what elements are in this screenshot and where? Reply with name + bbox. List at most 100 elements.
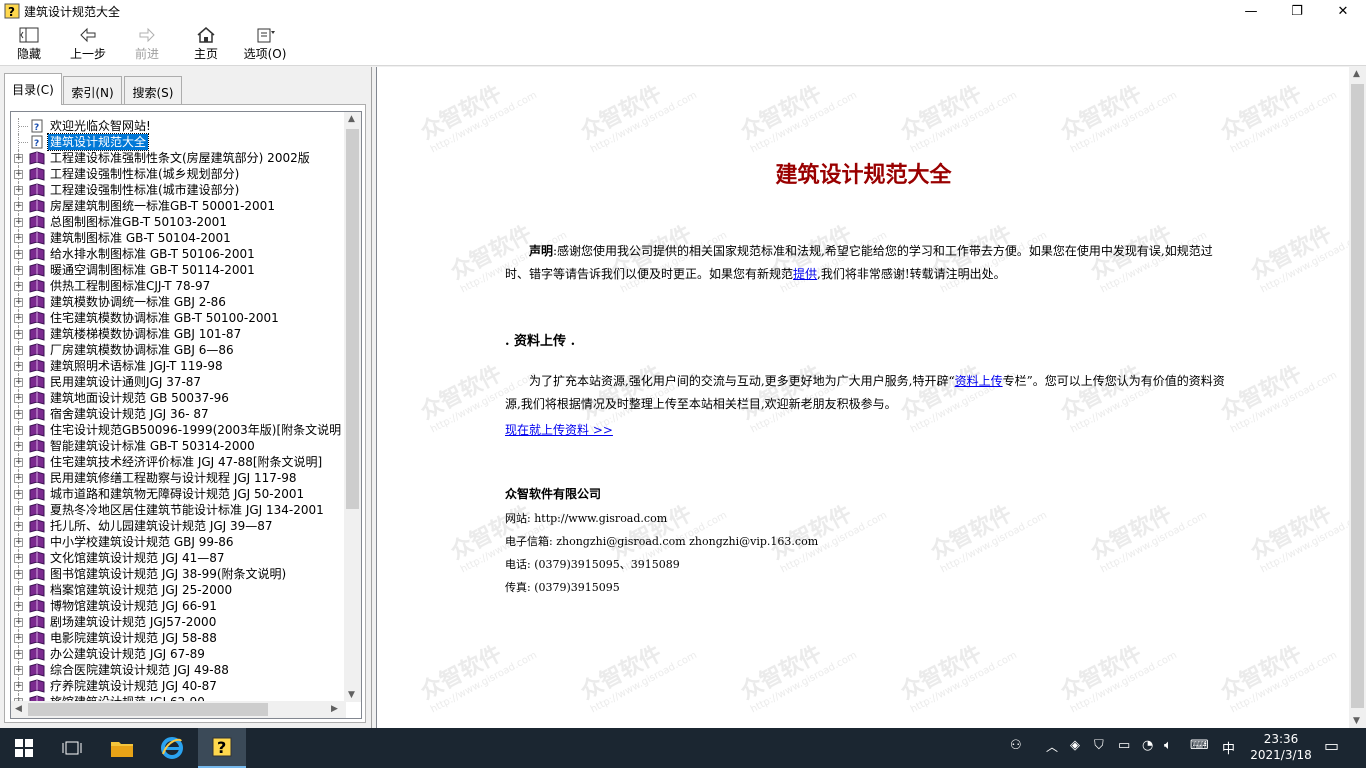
tree-node[interactable]: + 图书馆建筑设计规范 JGJ 38-99(附条文说明) (11, 566, 341, 582)
expand-toggle-icon[interactable]: + (14, 522, 23, 531)
upload-column-link[interactable]: 资料上传 (955, 374, 1003, 388)
tree-node[interactable]: + 中小学校建筑设计规范 GBJ 99-86 (11, 534, 341, 550)
expand-toggle-icon[interactable]: + (14, 634, 23, 643)
tree-vertical-scroll-thumb[interactable] (346, 129, 359, 509)
tree-node[interactable]: + 房屋建筑制图统一标准GB-T 50001-2001 (11, 198, 341, 214)
tree-node[interactable]: + 总图制图标准GB-T 50103-2001 (11, 214, 341, 230)
tree-node[interactable]: + 住宅设计规范GB50096-1999(2003年版)[附条文说明] (11, 422, 341, 438)
expand-toggle-icon[interactable]: + (14, 666, 23, 675)
scroll-up-arrow-icon[interactable]: ▲ (348, 114, 355, 124)
battery-icon[interactable]: ▭ (1118, 738, 1130, 753)
tree-node[interactable]: + 夏热冬冷地区居住建筑节能设计标准 JGJ 134-2001 (11, 502, 341, 518)
tree-node[interactable]: + 给水排水制图标准 GB-T 50106-2001 (11, 246, 341, 262)
expand-toggle-icon[interactable]: + (14, 282, 23, 291)
tree-node[interactable]: ? 建筑设计规范大全 (11, 133, 341, 151)
minimize-button[interactable]: — (1228, 0, 1274, 22)
forward-button[interactable]: 前进 (119, 24, 175, 64)
expand-toggle-icon[interactable]: + (14, 618, 23, 627)
hide-button[interactable]: 隐藏 (1, 24, 57, 64)
tree-node[interactable]: + 智能建筑设计标准 GB-T 50314-2000 (11, 438, 341, 454)
tree-node[interactable]: + 建筑照明术语标准 JGJ-T 119-98 (11, 358, 341, 374)
help-taskbar-button[interactable]: ? (198, 728, 246, 768)
scroll-left-arrow-icon[interactable]: ◀ (15, 704, 22, 714)
expand-toggle-icon[interactable]: + (14, 346, 23, 355)
ie-button[interactable] (148, 728, 196, 768)
tree-node[interactable]: + 民用建筑设计通则JGJ 37-87 (11, 374, 341, 390)
scroll-down-arrow-icon[interactable]: ▼ (348, 690, 355, 700)
tab-search[interactable]: 搜索(S) (124, 76, 182, 104)
tree-node[interactable]: + 宿舍建筑设计规范 JGJ 36- 87 (11, 406, 341, 422)
tree-node[interactable]: + 建筑制图标准 GB-T 50104-2001 (11, 230, 341, 246)
expand-toggle-icon[interactable]: + (14, 298, 23, 307)
tree-node[interactable]: + 疗养院建筑设计规范 JGJ 40-87 (11, 678, 341, 694)
expand-toggle-icon[interactable]: + (14, 378, 23, 387)
expand-toggle-icon[interactable]: + (14, 170, 23, 179)
expand-toggle-icon[interactable]: + (14, 426, 23, 435)
tree-node[interactable]: + 建筑地面设计规范 GB 50037-96 (11, 390, 341, 406)
expand-toggle-icon[interactable]: + (14, 218, 23, 227)
content-scroll-thumb[interactable] (1351, 84, 1364, 708)
expand-toggle-icon[interactable]: + (14, 586, 23, 595)
file-explorer-button[interactable] (98, 728, 146, 768)
expand-toggle-icon[interactable]: + (14, 650, 23, 659)
expand-toggle-icon[interactable]: + (14, 250, 23, 259)
people-icon[interactable]: ⚇ (1010, 738, 1022, 753)
keyboard-icon[interactable]: ⌨ (1190, 738, 1209, 753)
tree-node[interactable]: + 工程建设强制性标准(城市建设部分) (11, 182, 341, 198)
tree-node[interactable]: + 建筑模数协调统一标准 GBJ 2-86 (11, 294, 341, 310)
expand-toggle-icon[interactable]: + (14, 186, 23, 195)
expand-toggle-icon[interactable]: + (14, 602, 23, 611)
expand-toggle-icon[interactable]: + (14, 570, 23, 579)
tree-node[interactable]: + 档案馆建筑设计规范 JGJ 25-2000 (11, 582, 341, 598)
tab-index[interactable]: 索引(N) (63, 76, 122, 104)
expand-toggle-icon[interactable]: + (14, 362, 23, 371)
expand-toggle-icon[interactable]: + (14, 154, 23, 163)
tree-node[interactable]: + 建筑楼梯模数协调标准 GBJ 101-87 (11, 326, 341, 342)
tree-node[interactable]: + 综合医院建筑设计规范 JGJ 49-88 (11, 662, 341, 678)
tree-node[interactable]: + 博物馆建筑设计规范 JGJ 66-91 (11, 598, 341, 614)
restore-button[interactable]: ❐ (1274, 0, 1320, 22)
ime-indicator[interactable]: 中 (1222, 738, 1235, 757)
content-vertical-scrollbar[interactable]: ▲ ▼ (1349, 67, 1366, 728)
tree-node[interactable]: + 办公建筑设计规范 JGJ 67-89 (11, 646, 341, 662)
tree-horizontal-scroll-thumb[interactable] (28, 703, 268, 716)
tree-node[interactable]: + 暖通空调制图标准 GB-T 50114-2001 (11, 262, 341, 278)
scroll-right-arrow-icon[interactable]: ▶ (331, 704, 338, 714)
provide-link[interactable]: 提供 (793, 267, 817, 281)
expand-toggle-icon[interactable]: + (14, 682, 23, 691)
tree-node[interactable]: + 工程建设强制性标准(城乡规划部分) (11, 166, 341, 182)
back-button[interactable]: 上一步 (60, 24, 116, 64)
show-hidden-icons-icon[interactable]: ︿ (1046, 738, 1058, 755)
expand-toggle-icon[interactable]: + (14, 202, 23, 211)
expand-toggle-icon[interactable]: + (14, 410, 23, 419)
tree-node[interactable]: + 城市道路和建筑物无障碍设计规范 JGJ 50-2001 (11, 486, 341, 502)
expand-toggle-icon[interactable]: + (14, 554, 23, 563)
clock[interactable]: 23:36 2021/3/18 (1242, 731, 1320, 763)
expand-toggle-icon[interactable]: + (14, 538, 23, 547)
volume-muted-icon[interactable]: 🔈︎ (1164, 738, 1172, 753)
close-button[interactable]: ✕ (1320, 0, 1366, 22)
expand-toggle-icon[interactable]: + (14, 266, 23, 275)
home-button[interactable]: 主页 (178, 24, 234, 64)
tree-node[interactable]: + 电影院建筑设计规范 JGJ 58-88 (11, 630, 341, 646)
expand-toggle-icon[interactable]: + (14, 234, 23, 243)
expand-toggle-icon[interactable]: + (14, 330, 23, 339)
expand-toggle-icon[interactable]: + (14, 490, 23, 499)
tree-node[interactable]: ? 欢迎光临众智网站! (11, 118, 341, 134)
defender-shield-icon[interactable]: ⛉ (1094, 738, 1104, 753)
content-scroll-up-icon[interactable]: ▲ (1353, 69, 1360, 79)
tree-vertical-scrollbar[interactable]: ▲ ▼ (344, 112, 361, 702)
tree-horizontal-scrollbar[interactable]: ◀ ▶ (11, 701, 346, 718)
notification-icon[interactable]: ▭ (1324, 736, 1339, 755)
expand-toggle-icon[interactable]: + (14, 442, 23, 451)
tree-node[interactable]: + 厂房建筑模数协调标准 GBJ 6—86 (11, 342, 341, 358)
expand-toggle-icon[interactable]: + (14, 458, 23, 467)
expand-toggle-icon[interactable]: + (14, 314, 23, 323)
expand-toggle-icon[interactable]: + (14, 506, 23, 515)
tab-contents[interactable]: 目录(C) (4, 73, 62, 105)
expand-toggle-icon[interactable]: + (14, 394, 23, 403)
tree-node[interactable]: + 托儿所、幼儿园建筑设计规范 JGJ 39—87 (11, 518, 341, 534)
tree-node[interactable]: + 住宅建筑模数协调标准 GB-T 50100-2001 (11, 310, 341, 326)
content-scroll-down-icon[interactable]: ▼ (1353, 716, 1360, 726)
task-view-button[interactable] (48, 728, 96, 768)
